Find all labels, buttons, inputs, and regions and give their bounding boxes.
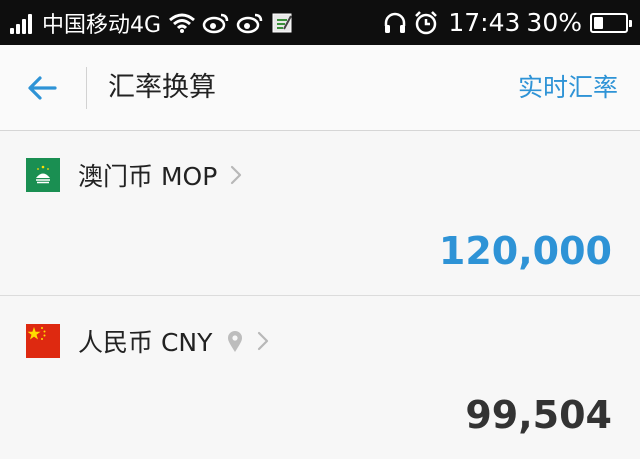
status-right: 17:43 30% — [380, 0, 632, 45]
status-bar: 中国移动4G 17:43 30% — [0, 0, 640, 45]
realtime-rate-button[interactable]: 实时汇率 — [518, 45, 618, 131]
wifi-icon — [168, 12, 196, 34]
headphones-icon — [383, 11, 407, 35]
back-arrow-icon — [28, 76, 57, 100]
back-button[interactable] — [22, 70, 62, 106]
signal-icon — [10, 12, 34, 34]
header-divider — [86, 67, 87, 109]
page-title: 汇率换算 — [108, 72, 216, 103]
carrier-name: 中国移动4G — [42, 12, 162, 38]
location-pin-icon — [226, 329, 244, 353]
amount-output-cny[interactable]: 99,504 — [465, 393, 612, 437]
macau-flag-icon — [26, 158, 60, 192]
notification-icon — [270, 11, 294, 35]
chevron-right-icon — [256, 330, 270, 352]
app-header: 汇率换算 实时汇率 — [0, 45, 640, 131]
currency-name: 人民币 CNY — [78, 328, 213, 357]
chevron-right-icon — [229, 164, 243, 186]
currency-row-cny: 人民币 CNY 99,504 — [0, 297, 640, 459]
weibo-icon — [202, 12, 230, 34]
battery-icon — [590, 12, 632, 33]
battery-percent: 30% — [526, 8, 582, 37]
battery-level — [594, 16, 603, 29]
clock-time: 17:43 — [448, 8, 521, 37]
weibo-icon — [236, 12, 264, 34]
currency-selector-mop[interactable]: 澳门币 MOP — [26, 157, 243, 193]
amount-input-mop[interactable]: 120,000 — [439, 229, 612, 273]
china-flag-icon — [26, 324, 60, 358]
alarm-icon — [413, 10, 439, 36]
currency-row-mop: 澳门币 MOP 120,000 — [0, 131, 640, 296]
status-left: 中国移动4G — [10, 0, 297, 45]
currency-selector-cny[interactable]: 人民币 CNY — [26, 323, 270, 359]
currency-name: 澳门币 MOP — [78, 162, 218, 191]
